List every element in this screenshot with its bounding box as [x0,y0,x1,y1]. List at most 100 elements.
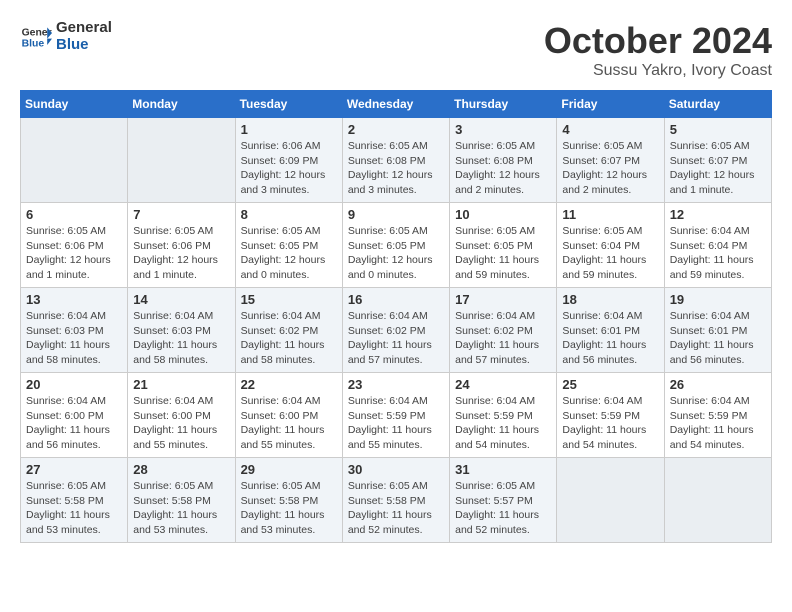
calendar-cell [664,458,771,543]
calendar-row-3: 20 Sunrise: 6:04 AM Sunset: 6:00 PM Dayli… [21,373,772,458]
day-info: Sunrise: 6:04 AM Sunset: 5:59 PM Dayligh… [455,394,551,453]
calendar-cell: 15 Sunrise: 6:04 AM Sunset: 6:02 PM Dayli… [235,288,342,373]
calendar-cell [128,118,235,203]
calendar-row-2: 13 Sunrise: 6:04 AM Sunset: 6:03 PM Dayli… [21,288,772,373]
day-info: Sunrise: 6:05 AM Sunset: 5:58 PM Dayligh… [133,479,229,538]
calendar-cell: 30 Sunrise: 6:05 AM Sunset: 5:58 PM Dayli… [342,458,449,543]
day-number: 17 [455,292,551,307]
weekday-wednesday: Wednesday [342,91,449,118]
calendar-cell: 3 Sunrise: 6:05 AM Sunset: 6:08 PM Daylig… [450,118,557,203]
day-number: 9 [348,207,444,222]
svg-text:Blue: Blue [22,38,45,49]
day-info: Sunrise: 6:05 AM Sunset: 6:08 PM Dayligh… [455,139,551,198]
day-info: Sunrise: 6:04 AM Sunset: 5:59 PM Dayligh… [348,394,444,453]
calendar-cell: 12 Sunrise: 6:04 AM Sunset: 6:04 PM Dayli… [664,203,771,288]
calendar: SundayMondayTuesdayWednesdayThursdayFrid… [20,90,772,543]
day-number: 16 [348,292,444,307]
calendar-cell: 17 Sunrise: 6:04 AM Sunset: 6:02 PM Dayli… [450,288,557,373]
day-info: Sunrise: 6:05 AM Sunset: 6:06 PM Dayligh… [133,224,229,283]
calendar-cell: 25 Sunrise: 6:04 AM Sunset: 5:59 PM Dayli… [557,373,664,458]
logo-icon: General Blue [20,21,52,53]
day-number: 22 [241,377,337,392]
day-info: Sunrise: 6:04 AM Sunset: 6:03 PM Dayligh… [133,309,229,368]
calendar-row-0: 1Sunrise: 6:06 AM Sunset: 6:09 PM Daylig… [21,118,772,203]
day-number: 4 [562,122,658,137]
day-info: Sunrise: 6:04 AM Sunset: 6:02 PM Dayligh… [455,309,551,368]
day-info: Sunrise: 6:04 AM Sunset: 6:02 PM Dayligh… [348,309,444,368]
month-title: October 2024 [544,20,772,62]
day-info: Sunrise: 6:04 AM Sunset: 5:59 PM Dayligh… [562,394,658,453]
day-number: 10 [455,207,551,222]
day-number: 11 [562,207,658,222]
weekday-monday: Monday [128,91,235,118]
calendar-cell: 6Sunrise: 6:05 AM Sunset: 6:06 PM Daylig… [21,203,128,288]
calendar-cell: 9 Sunrise: 6:05 AM Sunset: 6:05 PM Daylig… [342,203,449,288]
day-info: Sunrise: 6:05 AM Sunset: 6:07 PM Dayligh… [670,139,766,198]
calendar-cell: 11 Sunrise: 6:05 AM Sunset: 6:04 PM Dayli… [557,203,664,288]
day-number: 15 [241,292,337,307]
weekday-header-row: SundayMondayTuesdayWednesdayThursdayFrid… [21,91,772,118]
weekday-sunday: Sunday [21,91,128,118]
calendar-cell: 1Sunrise: 6:06 AM Sunset: 6:09 PM Daylig… [235,118,342,203]
day-info: Sunrise: 6:05 AM Sunset: 5:58 PM Dayligh… [26,479,122,538]
calendar-row-4: 27Sunrise: 6:05 AM Sunset: 5:58 PM Dayli… [21,458,772,543]
day-number: 25 [562,377,658,392]
day-info: Sunrise: 6:05 AM Sunset: 5:58 PM Dayligh… [348,479,444,538]
calendar-cell: 7 Sunrise: 6:05 AM Sunset: 6:06 PM Daylig… [128,203,235,288]
logo-blue: Blue [56,37,112,54]
calendar-cell: 14 Sunrise: 6:04 AM Sunset: 6:03 PM Dayli… [128,288,235,373]
day-info: Sunrise: 6:05 AM Sunset: 6:08 PM Dayligh… [348,139,444,198]
header: General Blue General Blue October 2024 S… [20,20,772,80]
day-info: Sunrise: 6:05 AM Sunset: 6:04 PM Dayligh… [562,224,658,283]
calendar-cell: 13 Sunrise: 6:04 AM Sunset: 6:03 PM Dayli… [21,288,128,373]
calendar-cell [557,458,664,543]
day-number: 23 [348,377,444,392]
day-number: 30 [348,462,444,477]
day-number: 7 [133,207,229,222]
calendar-cell: 24 Sunrise: 6:04 AM Sunset: 5:59 PM Dayli… [450,373,557,458]
day-info: Sunrise: 6:04 AM Sunset: 5:59 PM Dayligh… [670,394,766,453]
location-title: Sussu Yakro, Ivory Coast [544,62,772,80]
day-info: Sunrise: 6:04 AM Sunset: 6:00 PM Dayligh… [241,394,337,453]
day-info: Sunrise: 6:05 AM Sunset: 6:05 PM Dayligh… [455,224,551,283]
calendar-cell: 31Sunrise: 6:05 AM Sunset: 5:57 PM Dayli… [450,458,557,543]
day-info: Sunrise: 6:05 AM Sunset: 6:07 PM Dayligh… [562,139,658,198]
day-number: 19 [670,292,766,307]
calendar-cell: 19 Sunrise: 6:04 AM Sunset: 6:01 PM Dayli… [664,288,771,373]
day-number: 12 [670,207,766,222]
day-info: Sunrise: 6:06 AM Sunset: 6:09 PM Dayligh… [241,139,337,198]
day-info: Sunrise: 6:04 AM Sunset: 6:01 PM Dayligh… [670,309,766,368]
day-info: Sunrise: 6:04 AM Sunset: 6:03 PM Dayligh… [26,309,122,368]
calendar-cell: 21Sunrise: 6:04 AM Sunset: 6:00 PM Dayli… [128,373,235,458]
calendar-row-1: 6Sunrise: 6:05 AM Sunset: 6:06 PM Daylig… [21,203,772,288]
calendar-cell: 22 Sunrise: 6:04 AM Sunset: 6:00 PM Dayli… [235,373,342,458]
logo-general: General [56,20,112,37]
day-number: 31 [455,462,551,477]
day-number: 20 [26,377,122,392]
calendar-cell: 26Sunrise: 6:04 AM Sunset: 5:59 PM Dayli… [664,373,771,458]
weekday-thursday: Thursday [450,91,557,118]
day-info: Sunrise: 6:05 AM Sunset: 6:05 PM Dayligh… [241,224,337,283]
day-info: Sunrise: 6:04 AM Sunset: 6:00 PM Dayligh… [133,394,229,453]
day-number: 13 [26,292,122,307]
calendar-cell: 8Sunrise: 6:05 AM Sunset: 6:05 PM Daylig… [235,203,342,288]
logo: General Blue General Blue [20,20,112,53]
day-info: Sunrise: 6:04 AM Sunset: 6:01 PM Dayligh… [562,309,658,368]
weekday-friday: Friday [557,91,664,118]
day-info: Sunrise: 6:04 AM Sunset: 6:04 PM Dayligh… [670,224,766,283]
day-number: 24 [455,377,551,392]
day-number: 5 [670,122,766,137]
day-info: Sunrise: 6:05 AM Sunset: 6:06 PM Dayligh… [26,224,122,283]
day-number: 14 [133,292,229,307]
calendar-cell: 2Sunrise: 6:05 AM Sunset: 6:08 PM Daylig… [342,118,449,203]
day-number: 28 [133,462,229,477]
calendar-cell [21,118,128,203]
calendar-cell: 27Sunrise: 6:05 AM Sunset: 5:58 PM Dayli… [21,458,128,543]
calendar-cell: 5 Sunrise: 6:05 AM Sunset: 6:07 PM Daylig… [664,118,771,203]
day-info: Sunrise: 6:05 AM Sunset: 6:05 PM Dayligh… [348,224,444,283]
day-info: Sunrise: 6:04 AM Sunset: 6:02 PM Dayligh… [241,309,337,368]
day-number: 3 [455,122,551,137]
calendar-cell: 18Sunrise: 6:04 AM Sunset: 6:01 PM Dayli… [557,288,664,373]
calendar-cell: 10 Sunrise: 6:05 AM Sunset: 6:05 PM Dayli… [450,203,557,288]
calendar-cell: 16 Sunrise: 6:04 AM Sunset: 6:02 PM Dayli… [342,288,449,373]
